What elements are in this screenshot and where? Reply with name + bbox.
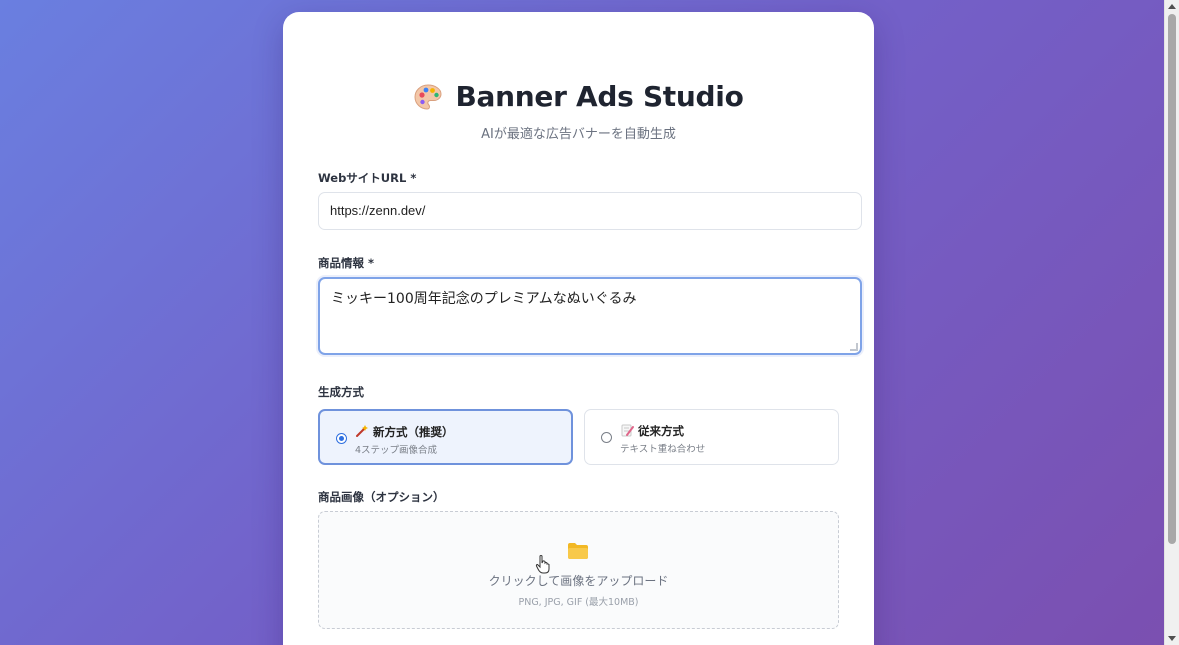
memo-icon xyxy=(621,424,634,437)
radio-new[interactable] xyxy=(336,433,347,444)
resize-handle[interactable] xyxy=(850,343,858,351)
method-legacy-title: 従来方式 xyxy=(638,424,684,438)
image-label: 商品画像（オプション） xyxy=(318,490,445,504)
scroll-down-arrow-icon[interactable] xyxy=(1168,636,1176,641)
url-input[interactable]: https://zenn.dev/ xyxy=(318,192,862,230)
method-option-legacy[interactable]: 従来方式 テキスト重ね合わせ xyxy=(584,409,839,465)
radio-legacy[interactable] xyxy=(601,432,612,443)
upload-hint: PNG, JPG, GIF (最大10MB) xyxy=(518,597,639,608)
scroll-up-arrow-icon[interactable] xyxy=(1168,4,1176,9)
palette-icon xyxy=(414,83,442,110)
wand-icon xyxy=(356,425,368,437)
product-text: ミッキー100周年記念のプレミアムなぬいぐるみ xyxy=(331,291,637,307)
folder-icon xyxy=(568,543,588,559)
header: Banner Ads Studio xyxy=(283,80,874,113)
method-label: 生成方式 xyxy=(318,385,364,399)
form-card: Banner Ads Studio AIが最適な広告バナーを自動生成 Webサイ… xyxy=(283,12,874,645)
hand-cursor-icon xyxy=(535,555,550,574)
page-scrollbar[interactable] xyxy=(1164,0,1179,645)
method-option-new[interactable]: 新方式（推奨） 4ステップ画像合成 xyxy=(318,409,573,465)
method-legacy-subtitle: テキスト重ね合わせ xyxy=(620,444,706,455)
image-dropzone[interactable]: クリックして画像をアップロード PNG, JPG, GIF (最大10MB) xyxy=(318,511,839,629)
product-textarea[interactable]: ミッキー100周年記念のプレミアムなぬいぐるみ xyxy=(318,277,862,355)
upload-text: クリックして画像をアップロード xyxy=(488,574,669,588)
page-subtitle: AIが最適な広告バナーを自動生成 xyxy=(481,127,676,142)
url-label: WebサイトURL * xyxy=(318,171,417,185)
product-label: 商品情報 * xyxy=(318,256,375,270)
method-new-subtitle: 4ステップ画像合成 xyxy=(355,445,438,456)
method-new-title: 新方式（推奨） xyxy=(373,425,454,439)
scrollbar-thumb[interactable] xyxy=(1168,14,1176,544)
page-title: Banner Ads Studio xyxy=(455,80,744,113)
